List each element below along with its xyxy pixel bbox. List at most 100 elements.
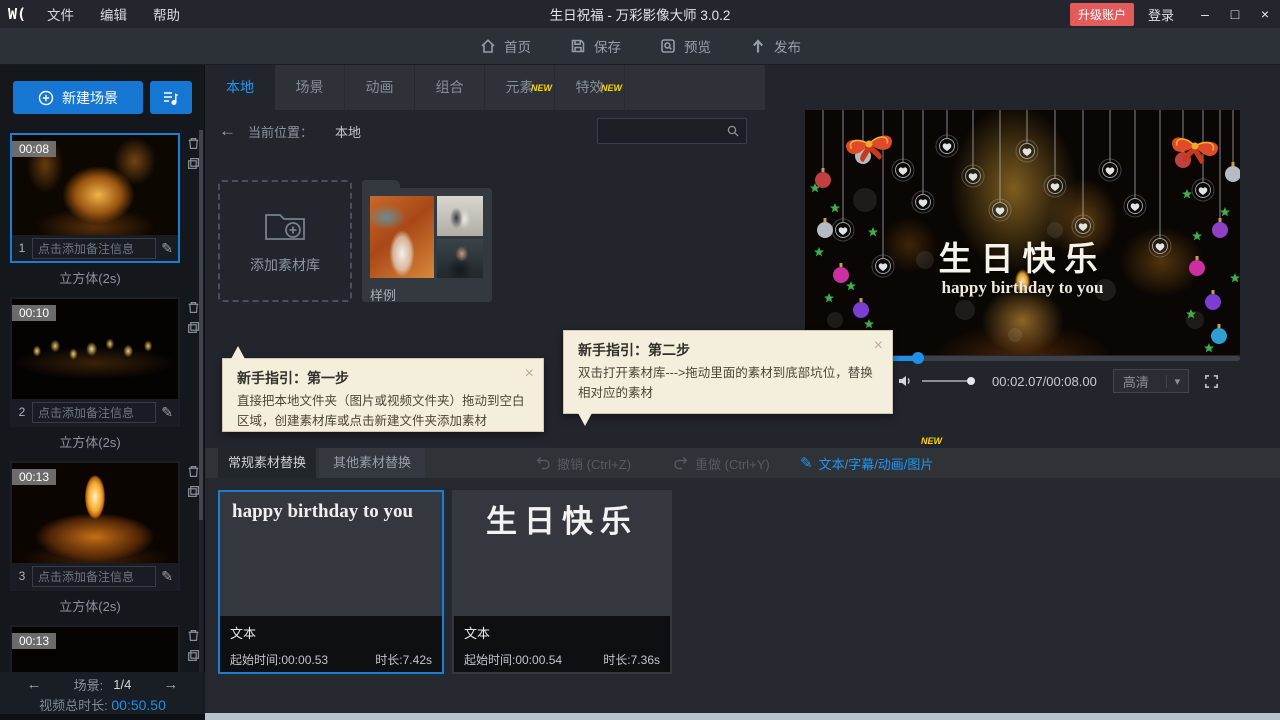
tab-combo[interactable]: 组合 — [415, 65, 485, 110]
guide-tooltip-step1: 新手指引：第一步 直接把本地文件夹（图片或视频文件夹）拖动到空白区域，创建素材库… — [222, 358, 544, 432]
minimize-button[interactable]: – — [1190, 6, 1220, 22]
library-tab-bar: 本地 场景 动画 组合 元素NEW 特效NEW — [205, 65, 765, 110]
transition-label[interactable]: 立方体(2s) — [0, 263, 180, 294]
location-label: 当前位置： — [248, 122, 313, 141]
seek-knob[interactable] — [912, 352, 924, 364]
edit-text-subtitle-link[interactable]: ✎ 文本/字幕/动画/图片 — [800, 448, 933, 478]
back-arrow-icon[interactable]: ← — [219, 121, 236, 141]
preview-button[interactable]: 预览 — [659, 36, 711, 56]
main-toolbar: 首页 保存 预览 发布 — [0, 28, 1280, 65]
edit-note-icon[interactable]: ✎ — [161, 568, 173, 585]
material-card-en[interactable]: happy birthday to you 文本 起始时间:00:00.53 时… — [218, 490, 444, 674]
scene-note-input[interactable]: 点击添加备注信息 — [32, 238, 156, 259]
scene-card-2[interactable]: 00:10 2 点击添加备注信息 ✎ — [10, 297, 180, 427]
fullscreen-icon[interactable] — [1203, 373, 1220, 390]
close-button[interactable]: × — [1250, 6, 1280, 22]
publish-icon — [749, 37, 767, 55]
app-logo: W( — [0, 5, 34, 23]
scene-list-scrollbar[interactable] — [199, 130, 203, 672]
scene-3-thumbnail[interactable]: 00:13 — [12, 463, 178, 563]
edit-note-icon[interactable]: ✎ — [161, 404, 173, 421]
scene-note-input[interactable]: 点击添加备注信息 — [32, 402, 156, 423]
tab-animation[interactable]: 动画 — [345, 65, 415, 110]
video-title-cn: 生日快乐 — [805, 232, 1240, 280]
material-card-footer: 文本 起始时间:00:00.53 时长:7.42s — [220, 616, 442, 672]
scene-list: 00:08 1 点击添加备注信息 ✎ 立方体(2s) 00:10 2 点击添加备… — [0, 130, 205, 672]
redo-button[interactable]: 重做 (Ctrl+Y) — [673, 448, 770, 478]
home-button[interactable]: 首页 — [479, 36, 531, 56]
scene-1-note-row: 1 点击添加备注信息 ✎ — [12, 235, 178, 261]
material-type: 文本 — [464, 623, 660, 642]
music-list-button[interactable] — [150, 81, 192, 114]
tooltip-title: 新手指引：第一步 — [223, 359, 543, 391]
menu-edit[interactable]: 编辑 — [87, 4, 140, 24]
upgrade-account-button[interactable]: 升级账户 — [1070, 3, 1134, 26]
tab-element[interactable]: 元素NEW — [485, 65, 555, 110]
replace-panel: 常规素材替换 其他素材替换 撤销 (Ctrl+Z) 重做 (Ctrl+Y) ✎ … — [205, 448, 1280, 720]
playback-time: 00:02.07/00:08.00 — [992, 374, 1097, 389]
scene-note-input[interactable]: 点击添加备注信息 — [32, 566, 156, 587]
music-list-icon — [162, 90, 180, 106]
new-scene-button[interactable]: 新建场景 — [13, 81, 143, 114]
material-preview-text: happy birthday to you — [220, 492, 442, 532]
publish-button[interactable]: 发布 — [749, 36, 801, 56]
save-icon — [569, 37, 587, 55]
undo-button[interactable]: 撤销 (Ctrl+Z) — [535, 448, 631, 478]
material-card-cn[interactable]: 生日快乐 文本 起始时间:00:00.54 时长:7.36s — [452, 490, 672, 674]
close-icon[interactable]: × — [874, 337, 883, 355]
tab-scene[interactable]: 场景 — [275, 65, 345, 110]
scene-4-duration-badge: 00:13 — [12, 633, 56, 649]
edit-note-icon[interactable]: ✎ — [161, 240, 173, 257]
transition-label[interactable]: 立方体(2s) — [0, 427, 180, 458]
scene-card-4[interactable]: 00:13 — [10, 625, 180, 672]
scene-1-thumbnail[interactable]: 00:08 — [12, 135, 178, 235]
video-preview[interactable]: 生日快乐 happy birthday to you — [805, 110, 1240, 355]
maximize-button[interactable]: □ — [1220, 6, 1250, 22]
volume-icon[interactable] — [897, 373, 913, 389]
sample-photo-couple — [437, 196, 483, 236]
login-button[interactable]: 登录 — [1148, 5, 1174, 24]
tab-effect[interactable]: 特效NEW — [555, 65, 625, 110]
scene-4-thumbnail[interactable]: 00:13 — [12, 627, 178, 672]
search-icon[interactable] — [726, 124, 740, 138]
titlebar: W( 文件 编辑 帮助 生日祝福 - 万彩影像大师 3.0.2 升级账户 登录 … — [0, 0, 1280, 28]
replace-tab-bar: 常规素材替换 其他素材替换 撤销 (Ctrl+Z) 重做 (Ctrl+Y) ✎ … — [205, 448, 1280, 478]
pencil-icon: ✎ — [800, 454, 813, 472]
sample-photo-portrait — [437, 239, 483, 278]
scene-count-value: 1/4 — [113, 677, 131, 692]
scene-3-note-row: 3 点击添加备注信息 ✎ — [12, 563, 178, 589]
add-library-card[interactable]: 添加素材库 — [218, 180, 352, 302]
close-icon[interactable]: × — [525, 365, 534, 383]
video-title-en: happy birthday to you — [805, 278, 1240, 298]
new-badge: NEW — [601, 66, 622, 111]
tab-regular-replace[interactable]: 常规素材替换 — [218, 448, 316, 478]
transition-label[interactable]: 立方体(2s) — [0, 591, 180, 622]
plus-circle-icon — [38, 90, 54, 106]
scene-2-thumbnail[interactable]: 00:10 — [12, 299, 178, 399]
search-input[interactable] — [597, 118, 747, 144]
scene-card-1[interactable]: 00:08 1 点击添加备注信息 ✎ — [10, 133, 180, 263]
save-button[interactable]: 保存 — [569, 36, 621, 56]
scene-card-3[interactable]: 00:13 3 点击添加备注信息 ✎ — [10, 461, 180, 591]
sample-library-card[interactable]: 样例 — [362, 188, 492, 302]
volume-slider[interactable] — [922, 380, 974, 382]
tab-other-replace[interactable]: 其他素材替换 — [319, 448, 425, 478]
menu-file[interactable]: 文件 — [34, 4, 87, 24]
prev-scene-button[interactable]: ← — [27, 676, 42, 693]
quality-dropdown[interactable]: 高清 ▾ — [1113, 369, 1189, 393]
total-duration-label: 视频总时长: — [39, 698, 108, 713]
tooltip-body: 双击打开素材库--->拖动里面的素材到底部坑位，替换相对应的素材 — [564, 363, 892, 403]
tooltip-title: 新手指引：第二步 — [564, 331, 892, 363]
scene-sidebar: 新建场景 00:08 1 点击添加备注信息 ✎ 立方体(2s) 00:10 — [0, 65, 205, 720]
chevron-down-icon[interactable]: ▾ — [1166, 375, 1188, 388]
scene-number: 3 — [17, 569, 27, 583]
redo-icon — [673, 455, 689, 471]
tooltip-body: 直接把本地文件夹（图片或视频文件夹）拖动到空白区域，创建素材库或点击新建文件夹添… — [223, 391, 543, 431]
tab-local[interactable]: 本地 — [205, 65, 275, 110]
sample-photo-bride — [370, 196, 434, 278]
next-scene-button[interactable]: → — [163, 676, 178, 693]
menu-help[interactable]: 帮助 — [140, 4, 193, 24]
scene-1-duration-badge: 00:08 — [12, 141, 56, 157]
material-preview-text: 生日快乐 — [454, 492, 670, 545]
new-badge: NEW — [921, 436, 942, 446]
